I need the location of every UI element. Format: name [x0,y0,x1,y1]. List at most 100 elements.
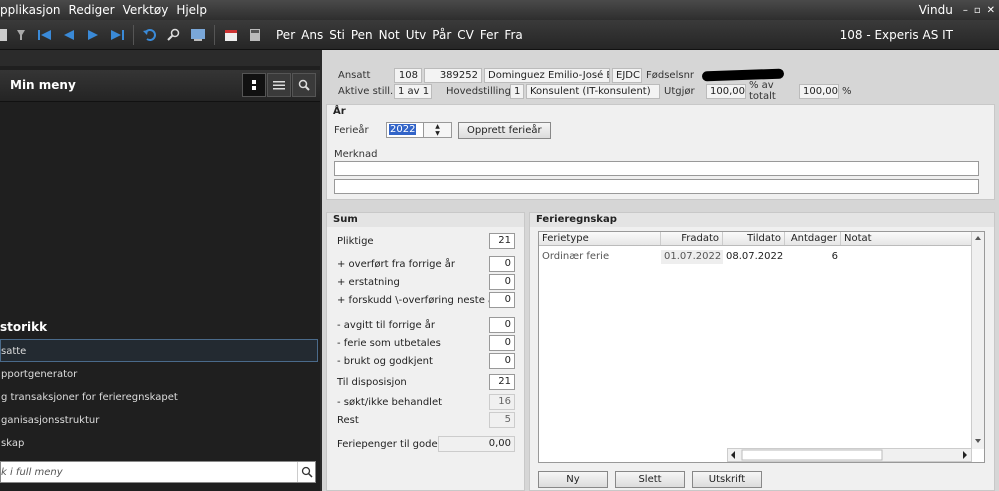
pin-icon[interactable] [10,24,32,46]
menu-applikasjon[interactable]: pplikasjon [0,3,65,17]
col-tildato[interactable]: Tildato [723,232,785,245]
toolbar-separator [133,24,134,45]
up-arrow-icon[interactable]: ▲ [435,123,440,130]
search-icon[interactable] [163,24,185,46]
sum-value-brukt[interactable]: 0 [489,353,515,369]
col-antdager[interactable]: Antdager [785,232,841,245]
ferieaar-stepper[interactable]: 2022 ▲ ▼ [386,122,452,138]
aktive-field: 1 av 1 [394,83,432,99]
hovedstilling-label: Hovedstilling [446,85,511,97]
calculator-icon[interactable] [244,24,266,46]
vertical-scrollbar[interactable] [971,232,984,449]
next-record-icon[interactable] [82,24,104,46]
sum-section-title: Sum [327,213,524,227]
search-icon[interactable] [297,462,315,482]
min-meny-title: Min meny [10,78,76,92]
view-buttons [241,73,316,97]
sum-value-avgitt[interactable]: 0 [489,317,515,333]
menu-vindu[interactable]: Vindu [915,3,957,17]
network-icon[interactable] [187,24,209,46]
new-button[interactable]: Ny [538,471,608,488]
nav-ans[interactable]: Ans [298,28,326,42]
full-menu-search-input[interactable] [1,466,297,478]
list-icon [273,81,285,90]
history-item-ferieregnskap[interactable]: skap [0,431,320,454]
cell-fradato: 01.07.2022 [661,250,723,264]
calendar-icon[interactable] [220,24,242,46]
col-fradato[interactable]: Fradato [661,232,723,245]
col-notat[interactable]: Notat [841,232,972,245]
sum-value-rest: 5 [489,412,515,428]
cell-ferietype: Ordinær ferie [542,251,610,262]
first-record-icon[interactable] [34,24,56,46]
ferieaar-spinner[interactable]: ▲ ▼ [424,122,452,138]
history-item-ansatte[interactable]: satte [0,339,318,362]
col-ferietype[interactable]: Ferietype [539,232,661,245]
history-item-rapportgenerator[interactable]: pportgenerator [0,362,320,385]
merknad-field-1[interactable] [334,161,979,176]
historikk-heading: storikk [0,320,48,334]
print-button[interactable]: Utskrift [692,471,762,488]
company-number-field[interactable]: 108 [394,67,422,83]
nav-not[interactable]: Not [376,28,403,42]
tile-icon [252,80,256,90]
sum-value-utbetales[interactable]: 0 [489,335,515,351]
scroll-down-icon[interactable] [975,439,981,443]
menu-verktoy[interactable]: Verktøy [119,3,173,17]
cell-tildato: 08.07.2022 [726,251,784,262]
menu-hjelp[interactable]: Hjelp [172,3,211,17]
av-totalt-label: % av totalt [749,80,776,102]
scroll-thumb[interactable] [741,449,883,461]
scroll-up-icon[interactable] [975,236,981,240]
nav-cv[interactable]: CV [454,28,477,42]
min-meny-header: Min meny [0,70,320,102]
list-view-button[interactable] [267,73,291,97]
feriepenger-value: 0,00 [438,436,515,452]
employee-code-field: EJDC [612,67,642,83]
nav-fer[interactable]: Fer [477,28,502,42]
nav-per[interactable]: Per [273,28,298,42]
ferieregnskap-title: Ferieregnskap [530,213,994,227]
employee-name-field: Dominguez Emilio-José Burås [484,67,610,83]
aktive-label: Aktive still. [338,85,394,97]
table-row[interactable]: Ordinær ferie 01.07.2022 08.07.2022 6 [539,250,972,264]
close-button[interactable]: ✕ [987,5,995,16]
sum-value-pliktige[interactable]: 21 [489,233,515,249]
history-item-transaksjoner[interactable]: g transaksjoner for ferieregnskapet [0,385,320,408]
create-ferieaar-button[interactable]: Opprett ferieår [458,122,551,139]
nav-fra[interactable]: Fra [501,28,525,42]
ferieaar-input[interactable]: 2022 [386,122,424,138]
nav-pen[interactable]: Pen [348,28,376,42]
undo-icon[interactable] [139,24,161,46]
employee-number-field[interactable]: 389252 [424,67,482,83]
scroll-right-icon[interactable] [963,451,967,459]
utgjor-label: Utgjør [664,85,695,97]
year-section: År Ferieår 2022 ▲ ▼ Opprett ferieår Merkn… [326,104,995,200]
fodselsnr-label: Fødselsnr [646,69,695,81]
sum-row-feriepenger: Feriepenger til gode [337,438,438,450]
scroll-left-icon[interactable] [731,451,735,459]
nav-utv[interactable]: Utv [403,28,430,42]
sum-value-overfort[interactable]: 0 [489,256,515,272]
sum-value-forskudd[interactable]: 0 [489,292,515,308]
history-item-organisasjonsstruktur[interactable]: ganisasjonsstruktur [0,408,320,431]
nav-par[interactable]: Pår [429,28,454,42]
sum-value-erstatning[interactable]: 0 [489,274,515,290]
menu-search-button[interactable] [292,73,316,97]
left-panel: Min meny storikk satte pportgenerator g … [0,66,320,491]
document-icon[interactable] [0,24,8,46]
minimize-button[interactable]: – [963,5,968,16]
restore-button[interactable]: ▫ [974,5,981,16]
previous-record-icon[interactable] [58,24,80,46]
tile-view-button[interactable] [242,73,266,97]
toolbar: Per Ans Sti Pen Not Utv Pår CV Fer Fra 1… [0,20,999,50]
down-arrow-icon[interactable]: ▼ [435,130,440,137]
delete-button[interactable]: Slett [615,471,685,488]
sum-value-disposisjon[interactable]: 21 [489,374,515,390]
menu-rediger[interactable]: Rediger [65,3,119,17]
history-list: satte pportgenerator g transaksjoner for… [0,339,320,454]
last-record-icon[interactable] [106,24,128,46]
merknad-field-2[interactable] [334,179,979,194]
nav-sti[interactable]: Sti [326,28,348,42]
horizontal-scrollbar[interactable] [727,448,972,462]
